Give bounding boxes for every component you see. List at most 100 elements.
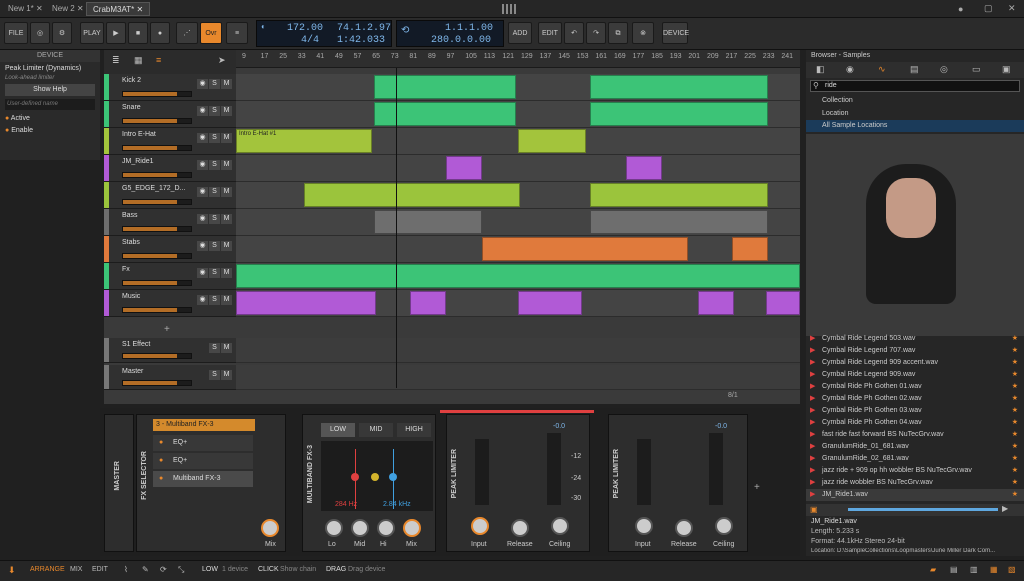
volume-fader[interactable] xyxy=(122,118,192,124)
mute-button[interactable]: M xyxy=(221,106,232,116)
favorite-icon[interactable]: ★ xyxy=(1012,333,1018,345)
mute-button[interactable]: M xyxy=(221,295,232,305)
solo-button[interactable]: S xyxy=(209,241,220,251)
result-item[interactable]: ▶ jazz ride wobbler BS NuTecGrv.wav ★ xyxy=(806,477,1024,489)
favorite-icon[interactable]: ★ xyxy=(1012,453,1018,465)
track-header[interactable]: Fx ◉ S M xyxy=(104,263,236,290)
metronome-icon[interactable]: ◐ xyxy=(261,23,266,32)
track-header[interactable]: Intro E-Hat ◉ S M xyxy=(104,128,236,155)
result-item[interactable]: ▶ Cymbal Ride Ph Gothen 01.wav ★ xyxy=(806,381,1024,393)
solo-button[interactable]: S xyxy=(209,295,220,305)
clip[interactable] xyxy=(304,183,520,207)
mid-knob[interactable] xyxy=(351,519,369,537)
controller-icon[interactable]: ◎ xyxy=(30,22,50,44)
result-item[interactable]: ▶ JM_Ride1.wav ★ xyxy=(806,489,1024,501)
mute-button[interactable]: M xyxy=(221,241,232,251)
fx-slot[interactable]: ● Multiband FX-3 xyxy=(153,471,253,487)
power-icon[interactable]: ● xyxy=(159,453,163,469)
clip[interactable] xyxy=(590,102,768,126)
track-header[interactable]: Bass ◉ S M xyxy=(104,209,236,236)
transport-display[interactable]: ◐ 172.00 4/4 74.1.2.97 1:42.033 xyxy=(256,20,392,47)
add-button[interactable]: ADD xyxy=(508,22,532,44)
mute-icon[interactable]: ◉ xyxy=(197,214,208,224)
clip[interactable] xyxy=(590,75,768,99)
close-icon[interactable]: ✕ xyxy=(36,4,43,13)
solo-button[interactable]: S xyxy=(209,106,220,116)
volume-fader[interactable] xyxy=(122,91,192,97)
track-lane[interactable] xyxy=(236,263,800,290)
loop-display[interactable]: ⟲ 1.1.1.00 280.0.0.00 xyxy=(396,20,504,47)
panel-icon[interactable]: ▤ xyxy=(950,565,958,574)
pointer-icon[interactable]: ➤ xyxy=(218,55,226,66)
window-close-icon[interactable]: ✕ xyxy=(1008,3,1016,14)
result-item[interactable]: ▶ Cymbal Ride Legend 909.wav ★ xyxy=(806,369,1024,381)
result-item[interactable]: ▶ Cymbal Ride Legend 909 accent.wav ★ xyxy=(806,357,1024,369)
fx-slot[interactable]: ● EQ+ xyxy=(153,435,253,451)
grid-icon[interactable]: ▦ xyxy=(134,55,143,66)
track-header[interactable]: Kick 2 ◉ S M xyxy=(104,74,236,101)
volume-fader[interactable] xyxy=(122,280,192,286)
solo-button[interactable]: S xyxy=(209,79,220,89)
favorite-icon[interactable]: ★ xyxy=(1012,489,1018,501)
mute-button[interactable]: M xyxy=(221,214,232,224)
clip[interactable] xyxy=(410,291,446,315)
groove-icon[interactable]: ≡ xyxy=(226,22,248,44)
clip[interactable]: Intro E-Hat #1 xyxy=(236,129,372,153)
location-filter[interactable]: Location xyxy=(806,108,1024,120)
input-knob[interactable] xyxy=(635,517,653,535)
arrange-view-button[interactable]: ARRANGE xyxy=(30,566,65,573)
track-lane[interactable]: Intro E-Hat #1 xyxy=(236,128,800,155)
clip[interactable] xyxy=(518,129,586,153)
favorite-icon[interactable]: ★ xyxy=(1012,369,1018,381)
mute-button[interactable]: M xyxy=(221,79,232,89)
hi-knob[interactable] xyxy=(377,519,395,537)
playhead[interactable] xyxy=(396,68,397,388)
play-menu-button[interactable]: PLAY xyxy=(80,22,104,44)
ceiling-knob[interactable] xyxy=(715,517,733,535)
track-header[interactable]: G5_EDGE_172_D... ◉ S M xyxy=(104,182,236,209)
mix-knob[interactable] xyxy=(403,519,421,537)
user-name-field[interactable]: User-defined name xyxy=(5,99,95,110)
mute-icon[interactable]: ◉ xyxy=(197,106,208,116)
master-card[interactable]: MASTER xyxy=(104,414,134,552)
loop-length[interactable]: 280.0.0.00 xyxy=(431,35,491,46)
input-knob[interactable] xyxy=(471,517,489,535)
mute-icon[interactable]: ◉ xyxy=(197,241,208,251)
track-lane[interactable] xyxy=(236,101,800,128)
mute-icon[interactable]: ◉ xyxy=(197,79,208,89)
power-icon[interactable]: ● xyxy=(159,435,163,451)
close-icon[interactable]: ✕ xyxy=(77,4,84,13)
track-header[interactable]: Stabs ◉ S M xyxy=(104,236,236,263)
volume-fader[interactable] xyxy=(122,307,192,313)
record-icon[interactable]: ● xyxy=(150,22,170,44)
collection-filter[interactable]: Collection xyxy=(806,95,1024,107)
list-icon[interactable]: ≣ xyxy=(112,55,120,66)
fx-track-lane[interactable] xyxy=(236,365,800,390)
favorite-icon[interactable]: ★ xyxy=(1012,381,1018,393)
stop-icon[interactable]: ■ xyxy=(128,22,148,44)
track-header[interactable]: Snare ◉ S M xyxy=(104,101,236,128)
tool-icon[interactable]: ⌇ xyxy=(124,565,128,574)
file-menu-button[interactable]: FILE xyxy=(4,22,28,44)
close-icon[interactable]: ✕ xyxy=(136,5,143,14)
brush-icon[interactable]: ✎ xyxy=(142,565,149,574)
gear-icon[interactable]: ⚙ xyxy=(52,22,72,44)
mute-button[interactable]: M xyxy=(221,370,232,380)
lanes-icon[interactable]: ≡ xyxy=(156,55,161,65)
link-icon[interactable]: ⟳ xyxy=(160,565,167,574)
time-readout[interactable]: 1:42.033 xyxy=(337,35,385,46)
volume-fader[interactable] xyxy=(122,253,192,259)
mute-button[interactable]: M xyxy=(221,343,232,353)
clip[interactable] xyxy=(236,264,800,288)
automation-icon[interactable]: ⋰ xyxy=(176,22,198,44)
track-lane[interactable] xyxy=(236,182,800,209)
band-tab-low[interactable]: LOW xyxy=(321,423,355,437)
redo-icon[interactable]: ↷ xyxy=(586,22,606,44)
inspector-toggle-icon[interactable]: ▧ xyxy=(1008,565,1016,574)
clip[interactable] xyxy=(236,291,376,315)
band-tab-mid[interactable]: MID xyxy=(359,423,393,437)
volume-fader[interactable] xyxy=(122,353,192,359)
clip[interactable] xyxy=(374,210,482,234)
search-input[interactable]: ⚲ ride xyxy=(810,80,1020,92)
clip[interactable] xyxy=(626,156,662,180)
